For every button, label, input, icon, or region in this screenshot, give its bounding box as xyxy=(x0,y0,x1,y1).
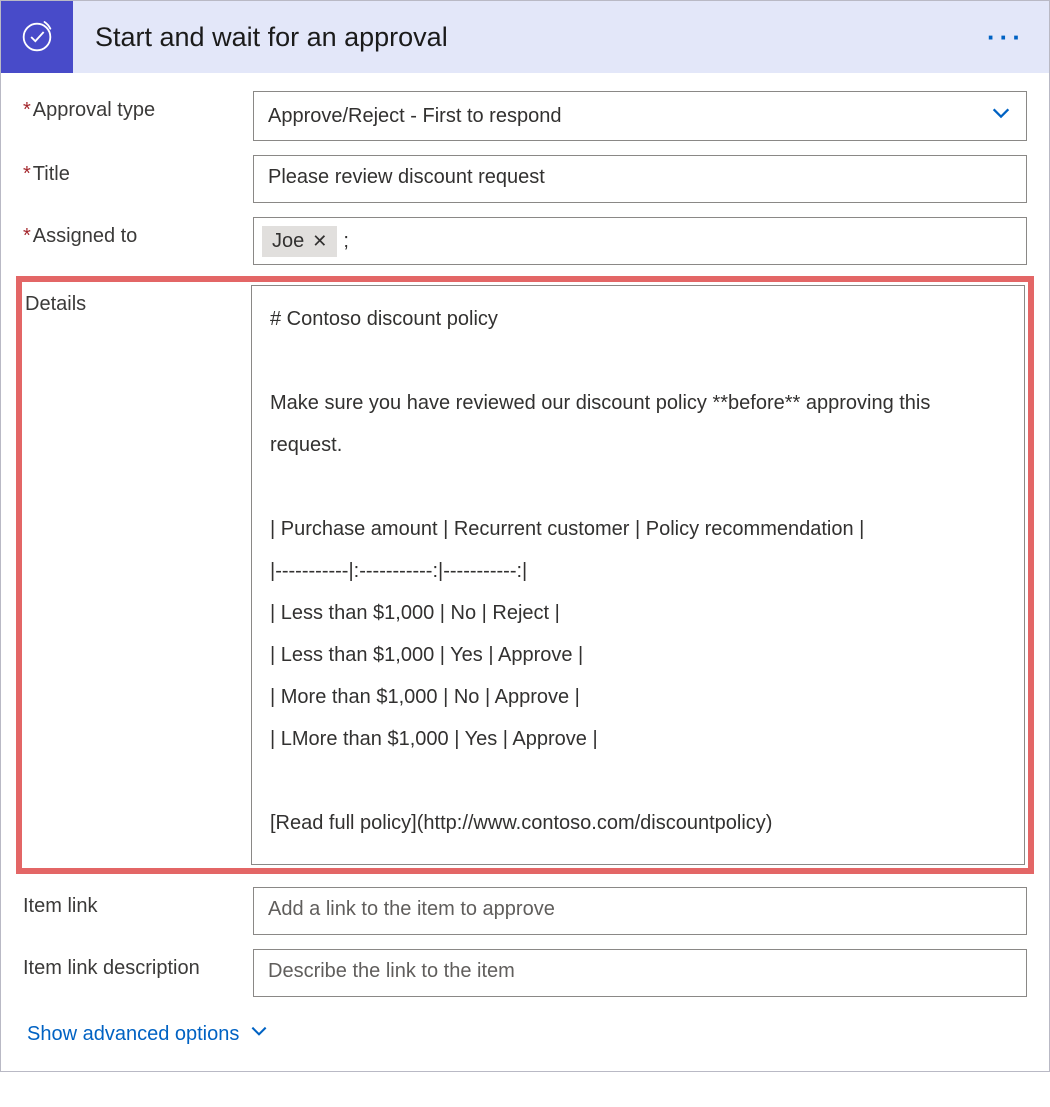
required-asterisk: * xyxy=(23,225,31,247)
card-title: Start and wait for an approval xyxy=(73,22,987,53)
show-advanced-options-link[interactable]: Show advanced options xyxy=(23,1011,273,1063)
title-input[interactable]: Please review discount request xyxy=(253,155,1027,203)
card-header: Start and wait for an approval ··· xyxy=(1,1,1049,73)
required-asterisk: * xyxy=(23,163,31,185)
approval-type-select[interactable]: Approve/Reject - First to respond xyxy=(253,91,1027,141)
card-body: *Approval type Approve/Reject - First to… xyxy=(1,73,1049,1071)
field-label: Item link xyxy=(23,887,253,918)
item-link-input[interactable]: Add a link to the item to approve xyxy=(253,887,1027,935)
remove-token-icon[interactable]: ✕ xyxy=(312,231,327,252)
field-row-item-link-description: Item link description Describe the link … xyxy=(23,949,1027,997)
field-label: *Approval type xyxy=(23,91,253,122)
field-label: Item link description xyxy=(23,949,253,980)
token-separator: ; xyxy=(343,230,349,253)
approval-action-card: Start and wait for an approval ··· *Appr… xyxy=(0,0,1050,1072)
required-asterisk: * xyxy=(23,99,31,121)
chevron-down-icon xyxy=(990,102,1012,130)
show-advanced-options-label: Show advanced options xyxy=(27,1023,239,1046)
approval-type-value: Approve/Reject - First to respond xyxy=(268,105,561,128)
approval-icon xyxy=(1,1,73,73)
field-label: Details xyxy=(21,285,251,316)
assignee-name: Joe xyxy=(272,230,304,253)
assigned-to-input[interactable]: Joe ✕ ; xyxy=(253,217,1027,265)
field-row-details: Details # Contoso discount policy Make s… xyxy=(19,279,1031,871)
details-textarea[interactable]: # Contoso discount policy Make sure you … xyxy=(251,285,1025,865)
field-row-item-link: Item link Add a link to the item to appr… xyxy=(23,887,1027,935)
field-label: *Title xyxy=(23,155,253,186)
field-row-title: *Title Please review discount request xyxy=(23,155,1027,203)
item-link-description-input[interactable]: Describe the link to the item xyxy=(253,949,1027,997)
field-row-assigned-to: *Assigned to Joe ✕ ; xyxy=(23,217,1027,265)
field-row-approval-type: *Approval type Approve/Reject - First to… xyxy=(23,91,1027,141)
more-menu-icon[interactable]: ··· xyxy=(987,22,1049,53)
assignee-token[interactable]: Joe ✕ xyxy=(262,226,337,257)
chevron-down-icon xyxy=(249,1021,269,1047)
field-label: *Assigned to xyxy=(23,217,253,248)
